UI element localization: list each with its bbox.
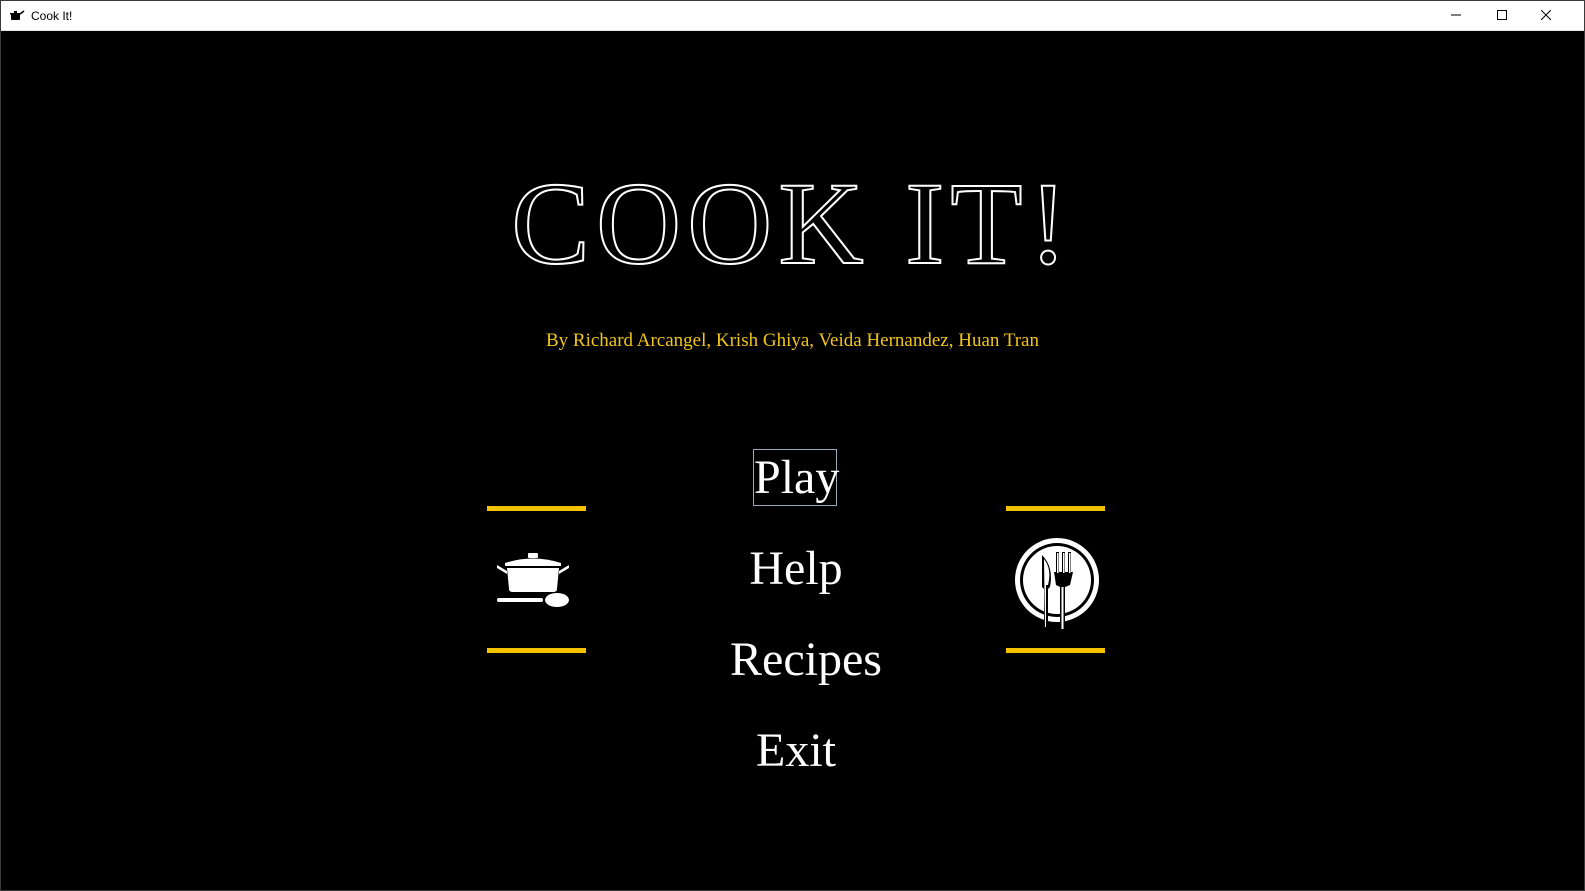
plate-cutlery-icon bbox=[1012, 537, 1102, 638]
play-button[interactable]: Play bbox=[753, 449, 839, 506]
exit-button[interactable]: Exit bbox=[701, 723, 891, 779]
credits-text: By Richard Arcangel, Krish Ghiya, Veida … bbox=[545, 330, 1039, 351]
help-button[interactable]: Help bbox=[701, 541, 891, 597]
recipes-button[interactable]: Recipes bbox=[701, 632, 911, 688]
close-icon bbox=[1540, 7, 1552, 25]
main-menu-screen: COOK IT! By Richard Arcangel, Krish Ghiy… bbox=[1, 31, 1584, 890]
maximize-icon bbox=[1497, 7, 1507, 25]
close-button[interactable] bbox=[1523, 1, 1569, 30]
game-title: COOK IT! bbox=[510, 158, 1074, 290]
title-bar[interactable]: Cook It! bbox=[1, 1, 1584, 31]
maximize-button[interactable] bbox=[1479, 1, 1525, 30]
minimize-icon bbox=[1451, 7, 1461, 25]
window-title: Cook It! bbox=[31, 9, 73, 23]
cooking-pot-icon bbox=[495, 551, 571, 614]
right-bottom-accent-bar bbox=[1006, 648, 1105, 653]
app-pot-icon bbox=[9, 8, 25, 24]
left-top-accent-bar bbox=[487, 506, 586, 511]
minimize-button[interactable] bbox=[1433, 1, 1479, 30]
app-window: Cook It! COOK IT! By Richard Arcangel, K… bbox=[0, 0, 1585, 891]
right-top-accent-bar bbox=[1006, 506, 1105, 511]
left-bottom-accent-bar bbox=[487, 648, 586, 653]
